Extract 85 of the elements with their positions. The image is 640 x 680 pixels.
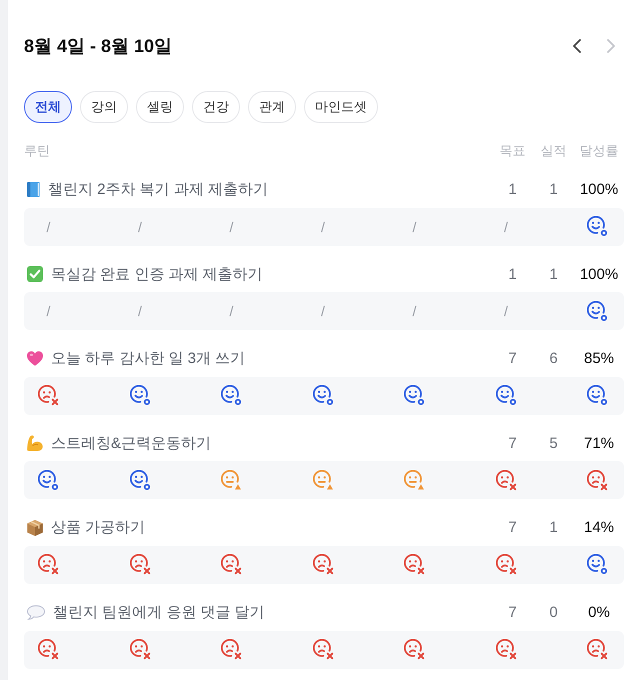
smiling-face-icon (587, 300, 608, 322)
routine-name: 챌린지 팀원에게 응원 댓글 달기 (53, 603, 265, 622)
smiling-face-icon (221, 385, 242, 406)
actual-count: 1 (548, 181, 559, 198)
speech-bubble-icon (27, 605, 45, 620)
actual-count: 5 (548, 434, 559, 452)
actual-count: 0 (548, 604, 559, 622)
actual-count: 1 (548, 266, 559, 283)
category-chip[interactable]: 관계 (248, 91, 296, 123)
column-header: 실적 (540, 142, 568, 160)
sad-face-icon (221, 639, 242, 660)
sad-face-icon (496, 470, 516, 491)
heart-icon (27, 351, 43, 366)
book-icon (27, 182, 40, 198)
routine-name: 챌린지 2주차 복기 과제 제출하기 (48, 180, 268, 200)
empty-day-slash: / (46, 303, 52, 320)
smiling-face-icon (587, 385, 608, 406)
column-header: 루틴 (24, 142, 51, 160)
empty-day-slash: / (228, 303, 234, 320)
actual-count: 6 (548, 350, 559, 368)
empty-day-slash: / (228, 218, 234, 235)
sad-face-icon (38, 554, 59, 576)
sad-face-icon (587, 639, 608, 660)
smiling-face-icon (38, 470, 59, 491)
routine-name: 목실감 완료 인증 과제 제출하기 (51, 264, 263, 284)
category-chip[interactable]: 셀링 (136, 91, 184, 123)
achievement-rate: 85% (582, 350, 616, 368)
category-chip[interactable]: 건강 (192, 91, 240, 123)
smiling-face-icon (496, 385, 516, 406)
smiling-face-icon (404, 385, 425, 406)
column-header: 달성률 (578, 142, 620, 160)
category-chip[interactable]: 전체 (24, 91, 72, 123)
week-range-title: 8월 4일 - 8월 10일 (24, 35, 172, 58)
sad-face-icon (312, 639, 334, 660)
empty-day-slash: / (503, 218, 509, 235)
goal-count: 7 (507, 519, 518, 536)
sad-face-icon (130, 639, 150, 660)
achievement-rate: 0% (587, 604, 611, 622)
sad-face-icon (312, 554, 334, 576)
empty-day-slash: / (503, 303, 509, 320)
neutral-face-icon (221, 470, 242, 491)
flexed-arm-icon (27, 435, 43, 452)
sad-face-icon (496, 639, 516, 660)
routine-name: 상품 가공하기 (51, 518, 146, 538)
package-icon (27, 520, 43, 536)
empty-day-slash: / (46, 218, 52, 235)
check-box-icon (27, 266, 43, 282)
sad-face-icon (38, 385, 59, 406)
empty-day-slash: / (137, 303, 143, 320)
category-chip[interactable]: 마인드셋 (304, 91, 378, 123)
category-chip[interactable]: 강의 (80, 91, 128, 123)
smiling-face-icon (130, 470, 150, 491)
goal-count: 7 (507, 434, 518, 452)
smiling-face-icon (130, 385, 150, 406)
sad-face-icon (404, 639, 425, 660)
goal-count: 1 (507, 181, 518, 198)
empty-day-slash: / (320, 218, 326, 235)
goal-count: 1 (507, 266, 518, 283)
smiling-face-icon (312, 385, 334, 406)
smiling-face-icon (587, 554, 608, 576)
sad-face-icon (38, 639, 59, 660)
empty-day-slash: / (412, 303, 418, 320)
achievement-rate: 14% (582, 519, 616, 536)
empty-day-slash: / (412, 218, 418, 235)
chevron-left-icon (573, 39, 581, 53)
achievement-rate: 71% (582, 434, 616, 452)
routine-name: 오늘 하루 감사한 일 3개 쓰기 (51, 349, 246, 368)
actual-count: 1 (548, 519, 559, 536)
sad-face-icon (404, 554, 425, 576)
sad-face-icon (496, 554, 516, 576)
neutral-face-icon (404, 470, 425, 491)
neutral-face-icon (312, 470, 334, 491)
goal-count: 7 (507, 604, 518, 622)
sad-face-icon (221, 554, 242, 576)
achievement-rate: 100% (578, 181, 620, 198)
empty-day-slash: / (137, 218, 143, 235)
smiling-face-icon (587, 216, 608, 238)
column-header: 목표 (498, 142, 526, 160)
goal-count: 7 (507, 350, 518, 368)
sad-face-icon (130, 554, 150, 576)
routine-name: 스트레칭&근력운동하기 (51, 434, 212, 453)
achievement-rate: 100% (578, 266, 620, 283)
chevron-right-icon (607, 39, 615, 53)
empty-day-slash: / (320, 303, 326, 320)
sad-face-icon (587, 470, 608, 491)
